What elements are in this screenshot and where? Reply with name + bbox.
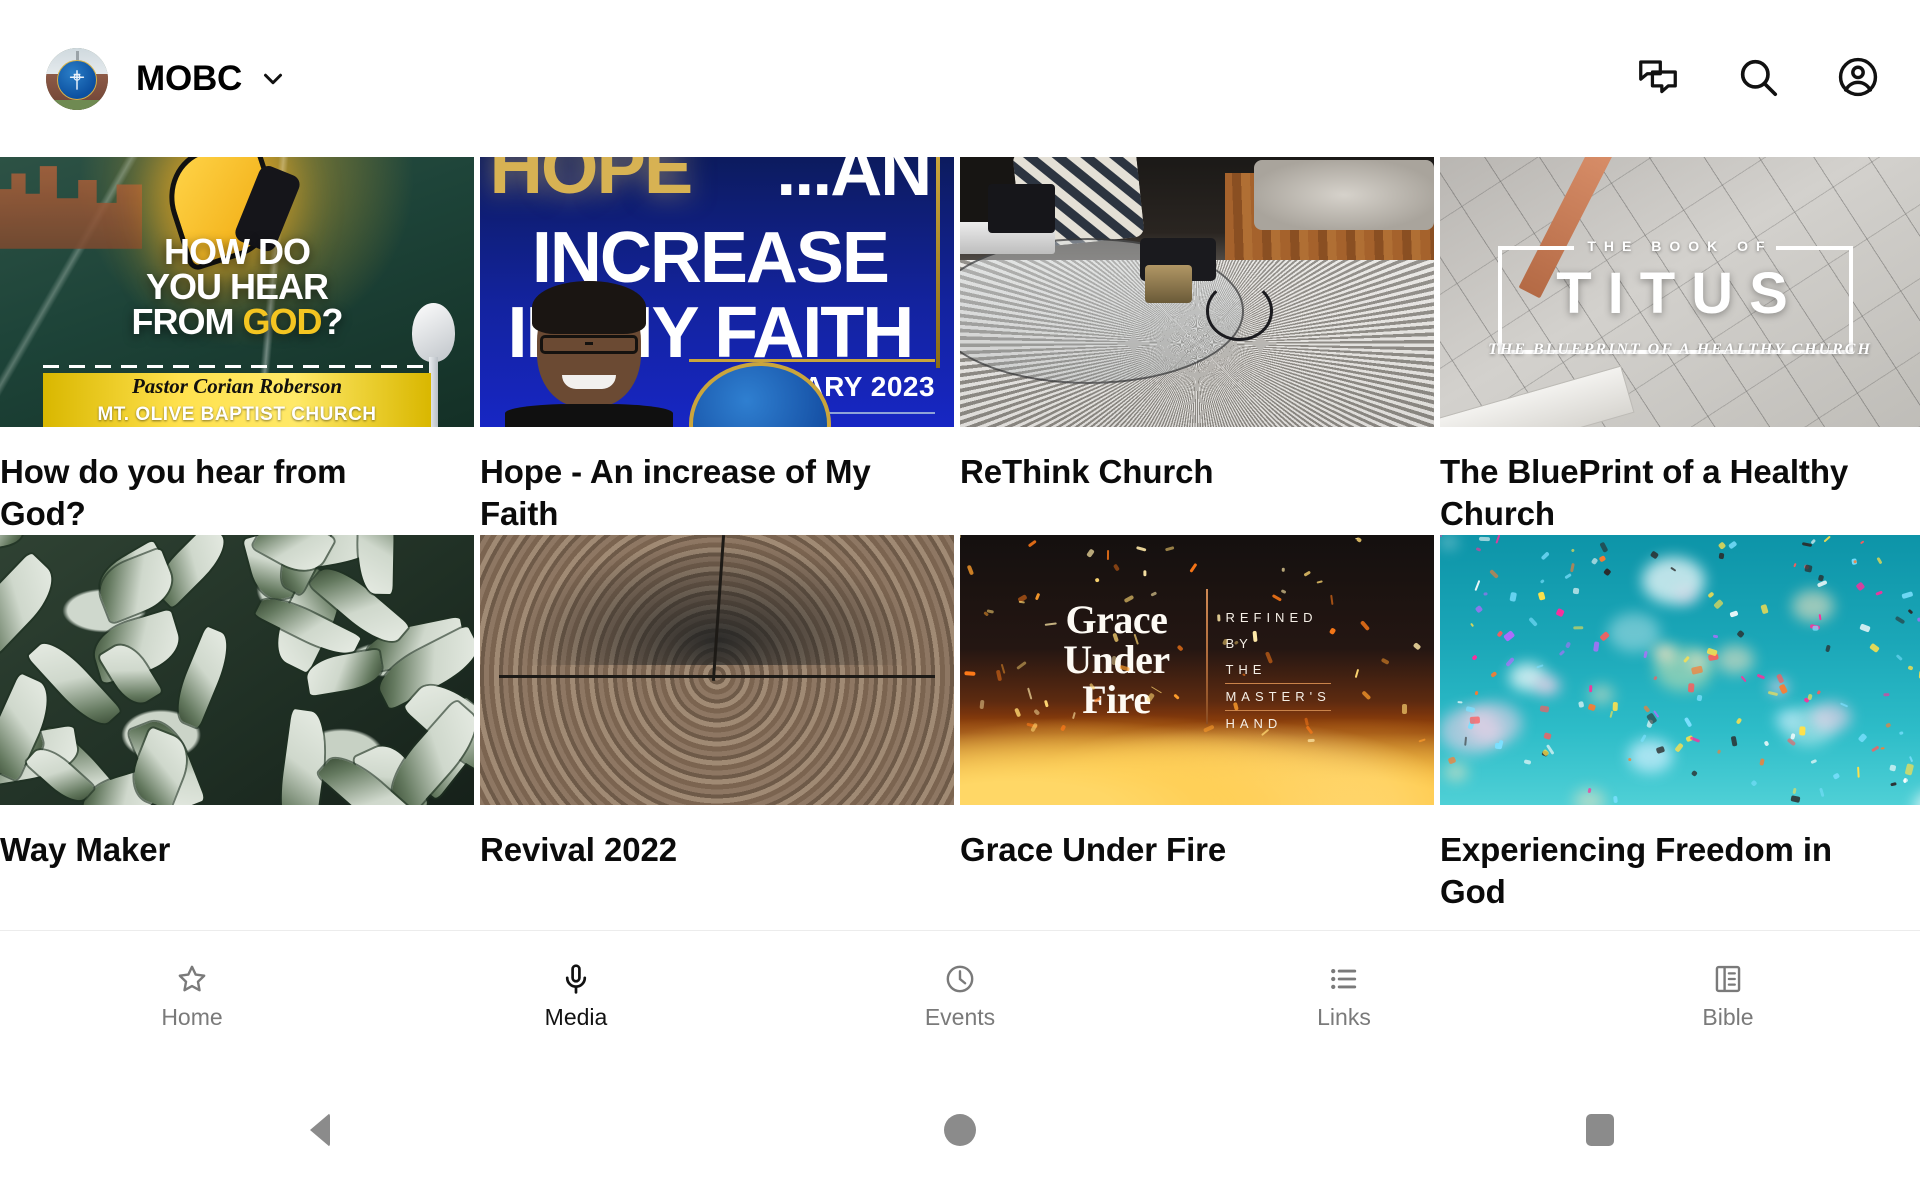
bottom-nav-item-events[interactable]: Events xyxy=(768,962,1152,1029)
thumb-overlay-org: MT. OLIVE BAPTIST CHURCH xyxy=(97,403,377,425)
bottom-navigation-bar: Home Media Events Links Bible xyxy=(0,930,1920,1060)
bottom-nav-item-home[interactable]: Home xyxy=(0,962,384,1029)
search-button[interactable] xyxy=(1730,51,1786,107)
thumbnail-art-way-maker xyxy=(0,535,474,805)
android-back-button[interactable] xyxy=(0,1113,640,1147)
messages-button[interactable] xyxy=(1630,51,1686,107)
media-card-title: Grace Under Fire xyxy=(960,831,1227,868)
clock-icon xyxy=(943,962,977,996)
bottom-nav-label: Links xyxy=(1317,1004,1371,1030)
media-card-title: Way Maker xyxy=(0,831,171,868)
media-thumbnail[interactable]: HOW DO YOU HEAR FROM GOD? Pastor Corian … xyxy=(0,157,474,427)
thumb-overlay-side-text: REFINED BY THE MASTER'S HAND xyxy=(1225,610,1331,732)
android-system-navigation-bar xyxy=(0,1060,1920,1200)
star-outline-icon xyxy=(175,962,209,996)
bottom-nav-item-media[interactable]: Media xyxy=(384,962,768,1029)
media-thumbnail[interactable]: THE BOOK OF TITUS THE BLUEPRINT OF A HEA… xyxy=(1440,157,1920,427)
media-card[interactable]: ReThink Church xyxy=(960,157,1440,535)
android-recents-button[interactable] xyxy=(1280,1114,1920,1146)
chat-bubbles-icon xyxy=(1635,54,1681,103)
media-card-title: How do you hear from God? xyxy=(0,453,347,532)
media-thumbnail[interactable]: HOPE ...AN INCREASE IN MY FAITH JANUARY … xyxy=(480,157,954,427)
media-card[interactable]: HOW DO YOU HEAR FROM GOD? Pastor Corian … xyxy=(0,157,480,535)
list-icon xyxy=(1327,962,1361,996)
media-card[interactable]: HOPE ...AN INCREASE IN MY FAITH JANUARY … xyxy=(480,157,960,535)
thumb-overlay-big: TITUS xyxy=(1556,260,1804,326)
media-card-title: Revival 2022 xyxy=(480,831,677,868)
media-card-title: Hope - An increase of My Faith xyxy=(480,453,871,532)
thumbnail-art-hope: HOPE ...AN INCREASE IN MY FAITH JANUARY … xyxy=(480,157,954,427)
thumb-overlay-line3: FROM GOD? xyxy=(131,300,343,342)
android-home-button[interactable] xyxy=(640,1114,1280,1146)
square-recents-icon xyxy=(1586,1114,1614,1146)
media-card[interactable]: THE BOOK OF TITUS THE BLUEPRINT OF A HEA… xyxy=(1440,157,1920,535)
menu-book-icon xyxy=(1711,962,1745,996)
bottom-nav-label: Bible xyxy=(1702,1004,1754,1030)
media-grid: HOW DO YOU HEAR FROM GOD? Pastor Corian … xyxy=(0,157,1920,913)
media-thumbnail[interactable] xyxy=(0,535,474,805)
thumb-overlay-line1: ...AN xyxy=(776,157,932,212)
media-thumbnail[interactable] xyxy=(480,535,954,805)
church-logo-avatar xyxy=(46,47,108,110)
triangle-back-icon xyxy=(310,1113,330,1147)
account-button[interactable] xyxy=(1830,51,1886,107)
media-card[interactable]: Revival 2022 xyxy=(480,535,960,913)
bottom-nav-label: Home xyxy=(161,1004,223,1030)
media-card[interactable]: Way Maker xyxy=(0,535,480,913)
media-thumbnail[interactable]: Grace Under Fire REFINED BY THE MASTER'S… xyxy=(960,535,1434,805)
media-thumbnail[interactable] xyxy=(960,157,1434,427)
bottom-nav-item-bible[interactable]: Bible xyxy=(1536,962,1920,1029)
media-grid-scroll-area[interactable]: HOW DO YOU HEAR FROM GOD? Pastor Corian … xyxy=(0,157,1920,990)
microphone-icon xyxy=(559,962,593,996)
appbar-actions xyxy=(1630,51,1886,107)
thumbnail-art-titus: THE BOOK OF TITUS THE BLUEPRINT OF A HEA… xyxy=(1440,157,1920,427)
organization-name: MOBC xyxy=(136,59,243,98)
top-app-bar: MOBC xyxy=(0,0,1920,157)
circle-home-icon xyxy=(944,1114,976,1146)
thumbnail-art-revival xyxy=(480,535,954,805)
media-card-title: The BluePrint of a Healthy Church xyxy=(1440,453,1849,532)
bottom-nav-label: Events xyxy=(924,1004,996,1030)
bottom-nav-label: Media xyxy=(544,1004,608,1030)
chevron-down-icon[interactable] xyxy=(258,64,288,94)
thumb-overlay-kicker: THE BOOK OF xyxy=(1587,238,1773,254)
thumb-overlay-line1: HOW DO xyxy=(163,230,311,272)
thumbnail-art-grace-under-fire: Grace Under Fire REFINED BY THE MASTER'S… xyxy=(960,535,1434,805)
media-card-title: ReThink Church xyxy=(960,453,1214,490)
media-card-title: Experiencing Freedom in God xyxy=(1440,831,1832,910)
thumb-overlay-title: Grace Under Fire xyxy=(1063,596,1170,722)
thumb-overlay-sub: THE BLUEPRINT OF A HEALTHY CHURCH xyxy=(1488,340,1872,358)
thumbnail-art-experiencing-freedom xyxy=(1440,535,1920,805)
search-icon xyxy=(1735,54,1781,103)
app-root: MOBC HOW DO YOU HEAR FROM GOD? Pastor Co… xyxy=(0,0,1920,1200)
thumb-overlay-speaker: Pastor Corian Roberson xyxy=(131,374,343,399)
media-thumbnail[interactable] xyxy=(1440,535,1920,805)
bottom-nav-item-links[interactable]: Links xyxy=(1152,962,1536,1029)
thumbnail-art-how-do-you-hear: HOW DO YOU HEAR FROM GOD? Pastor Corian … xyxy=(0,157,474,427)
account-circle-icon xyxy=(1835,54,1881,103)
media-card[interactable]: Grace Under Fire REFINED BY THE MASTER'S… xyxy=(960,535,1440,913)
organization-switcher[interactable]: MOBC xyxy=(46,47,288,110)
media-card[interactable]: Experiencing Freedom in God xyxy=(1440,535,1920,913)
thumbnail-art-rethink-church xyxy=(960,157,1434,427)
